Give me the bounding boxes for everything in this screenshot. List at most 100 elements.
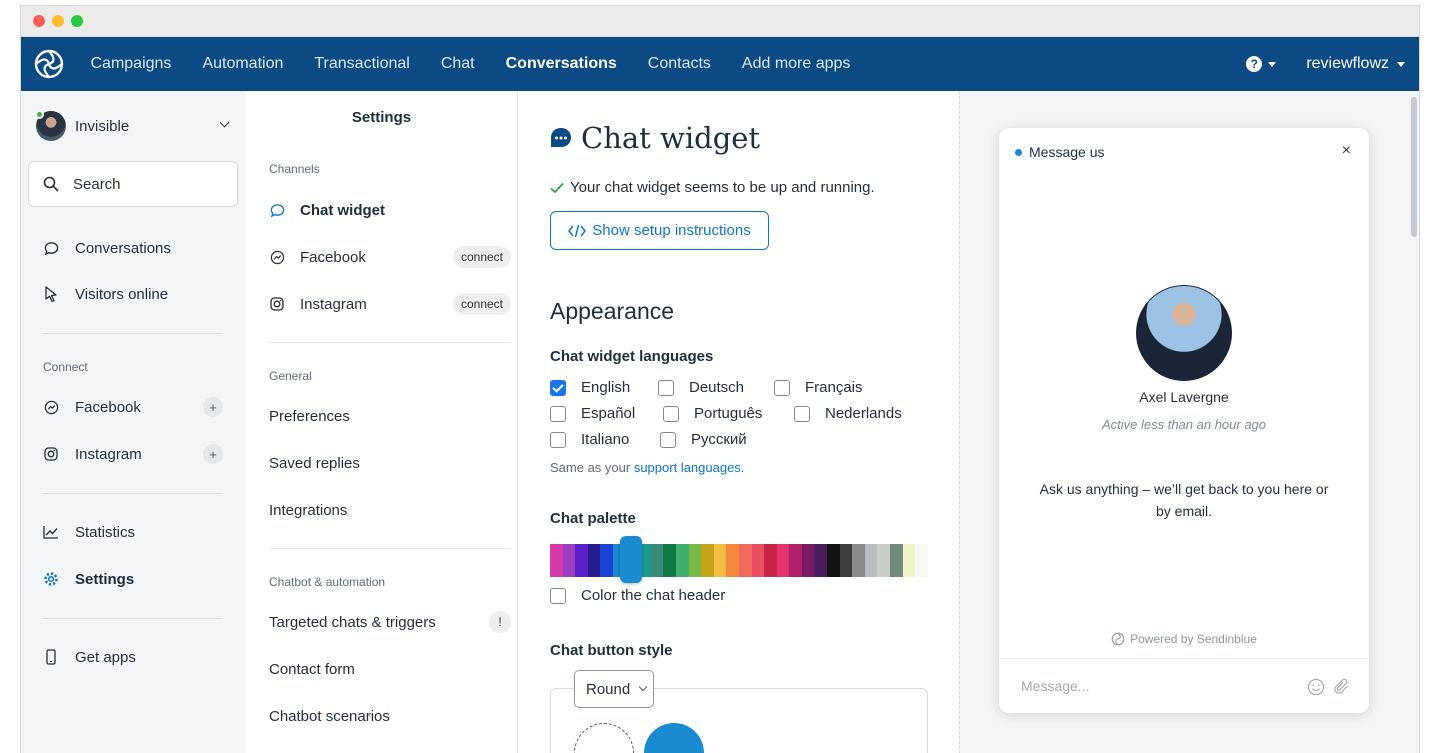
palette-swatch[interactable] (801, 544, 815, 577)
checkbox[interactable] (658, 379, 674, 396)
language-francais[interactable]: Français (774, 379, 863, 396)
sidebar-item-get-apps[interactable]: Get apps (43, 645, 223, 669)
language-russian[interactable]: Русский (660, 431, 747, 448)
online-dot (35, 110, 44, 119)
settings-item-saved-replies[interactable]: Saved replies (269, 451, 511, 475)
language-label: Italiano (581, 431, 630, 448)
palette-swatch[interactable] (738, 544, 752, 577)
palette-swatch[interactable] (575, 544, 588, 577)
sidebar-item-facebook[interactable]: Facebook + (43, 395, 223, 419)
language-espanol[interactable]: Español (550, 405, 663, 422)
checkbox[interactable] (550, 405, 566, 422)
checkbox[interactable] (550, 587, 566, 604)
palette-swatch[interactable] (713, 544, 727, 577)
language-nederlands[interactable]: Nederlands (794, 405, 902, 422)
connect-facebook-badge[interactable]: connect (452, 246, 511, 268)
palette-swatch[interactable] (814, 544, 828, 577)
settings-item-chatbot-scenarios[interactable]: Chatbot scenarios (269, 704, 511, 728)
palette-swatch[interactable] (827, 544, 840, 577)
palette-swatch[interactable] (751, 544, 765, 577)
settings-item-preferences[interactable]: Preferences (269, 404, 511, 428)
sidebar-item-label: Statistics (75, 523, 136, 541)
nav-items: Campaigns Automation Transactional Chat Conv… (75, 37, 866, 91)
close-icon[interactable]: × (1342, 142, 1351, 160)
palette-swatch[interactable] (864, 544, 878, 577)
settings-item-contact-form[interactable]: Contact form (269, 657, 511, 681)
nav-transactional[interactable]: Transactional (299, 55, 425, 73)
language-english[interactable]: English (550, 379, 658, 396)
nav-add-more-apps[interactable]: Add more apps (726, 55, 866, 73)
palette-swatch[interactable] (902, 544, 916, 577)
account-menu[interactable]: reviewflowz (1306, 55, 1405, 73)
palette-swatch[interactable] (550, 544, 563, 577)
language-portugues[interactable]: Português (663, 405, 794, 422)
show-setup-instructions-button[interactable]: Show setup instructions (550, 211, 769, 250)
language-deutsch[interactable]: Deutsch (658, 379, 774, 396)
color-palette[interactable] (550, 536, 928, 583)
sidebar-item-visitors-online[interactable]: Visitors online (43, 282, 223, 306)
sidebar-item-statistics[interactable]: Statistics (43, 520, 223, 544)
nav-chat[interactable]: Chat (425, 55, 490, 73)
settings-item-targeted-chats[interactable]: Targeted chats & triggers ! (269, 610, 511, 634)
palette-swatch[interactable] (764, 544, 777, 577)
sidebar-item-instagram[interactable]: Instagram + (43, 442, 223, 466)
settings-item-integrations[interactable]: Integrations (269, 498, 511, 522)
sidebar-item-label: Instagram (75, 445, 142, 463)
emoji-icon[interactable] (1307, 678, 1325, 696)
maximize-window-button[interactable] (71, 15, 83, 27)
sidebar-item-conversations[interactable]: Conversations (43, 236, 223, 260)
close-window-button[interactable] (33, 15, 45, 27)
nav-conversations[interactable]: Conversations (490, 55, 632, 73)
checkbox[interactable] (550, 431, 566, 448)
palette-swatch[interactable] (915, 544, 928, 577)
palette-swatch[interactable] (839, 544, 853, 577)
search-button[interactable]: Search (28, 161, 238, 207)
palette-swatch[interactable] (726, 544, 739, 577)
support-languages-link[interactable]: support languages. (634, 460, 745, 475)
color-header-option[interactable]: Color the chat header (550, 587, 725, 604)
user-status-selector[interactable]: Invisible (35, 110, 230, 142)
appearance-heading: Appearance (550, 298, 675, 324)
checkbox[interactable] (794, 405, 810, 422)
connect-section-title: Connect (43, 360, 88, 374)
add-facebook-button[interactable]: + (203, 397, 223, 417)
palette-swatch[interactable] (587, 544, 601, 577)
color-header-label: Color the chat header (581, 587, 726, 604)
message-input[interactable]: Message... (999, 658, 1369, 713)
palette-swatch[interactable] (701, 544, 714, 577)
palette-swatch[interactable] (675, 544, 689, 577)
palette-swatch[interactable] (663, 544, 676, 577)
palette-swatch[interactable] (650, 544, 664, 577)
mobile-icon (43, 649, 59, 665)
settings-item-chat-widget[interactable]: Chat widget (269, 198, 511, 222)
minimize-window-button[interactable] (52, 15, 64, 27)
palette-swatch[interactable] (890, 544, 903, 577)
palette-swatch[interactable] (877, 544, 891, 577)
nav-automation[interactable]: Automation (187, 55, 299, 73)
nav-campaigns[interactable]: Campaigns (75, 55, 187, 73)
nav-contacts[interactable]: Contacts (632, 55, 726, 73)
palette-swatch[interactable] (688, 544, 702, 577)
scrollbar[interactable] (1411, 97, 1417, 237)
button-style-select[interactable]: Round (574, 670, 654, 708)
sendinblue-logo-icon[interactable] (31, 46, 67, 82)
connect-instagram-badge[interactable]: connect (452, 293, 511, 315)
check-icon (550, 182, 564, 193)
help-menu[interactable]: ? (1246, 56, 1277, 72)
checkbox[interactable] (550, 379, 566, 396)
checkbox[interactable] (774, 379, 790, 396)
palette-swatch[interactable] (600, 544, 613, 577)
settings-item-instagram[interactable]: Instagram connect (269, 292, 511, 316)
language-italiano[interactable]: Italiano (550, 431, 660, 448)
palette-swatch[interactable] (776, 544, 790, 577)
add-instagram-button[interactable]: + (203, 444, 223, 464)
palette-swatch[interactable] (562, 544, 576, 577)
sidebar-item-settings[interactable]: Settings (43, 567, 223, 591)
palette-swatch[interactable] (789, 544, 802, 577)
attachment-icon[interactable] (1333, 678, 1351, 696)
palette-selected-handle[interactable] (620, 536, 643, 583)
settings-item-facebook[interactable]: Facebook connect (269, 245, 511, 269)
checkbox[interactable] (663, 405, 679, 422)
checkbox[interactable] (660, 431, 676, 448)
palette-swatch[interactable] (852, 544, 865, 577)
